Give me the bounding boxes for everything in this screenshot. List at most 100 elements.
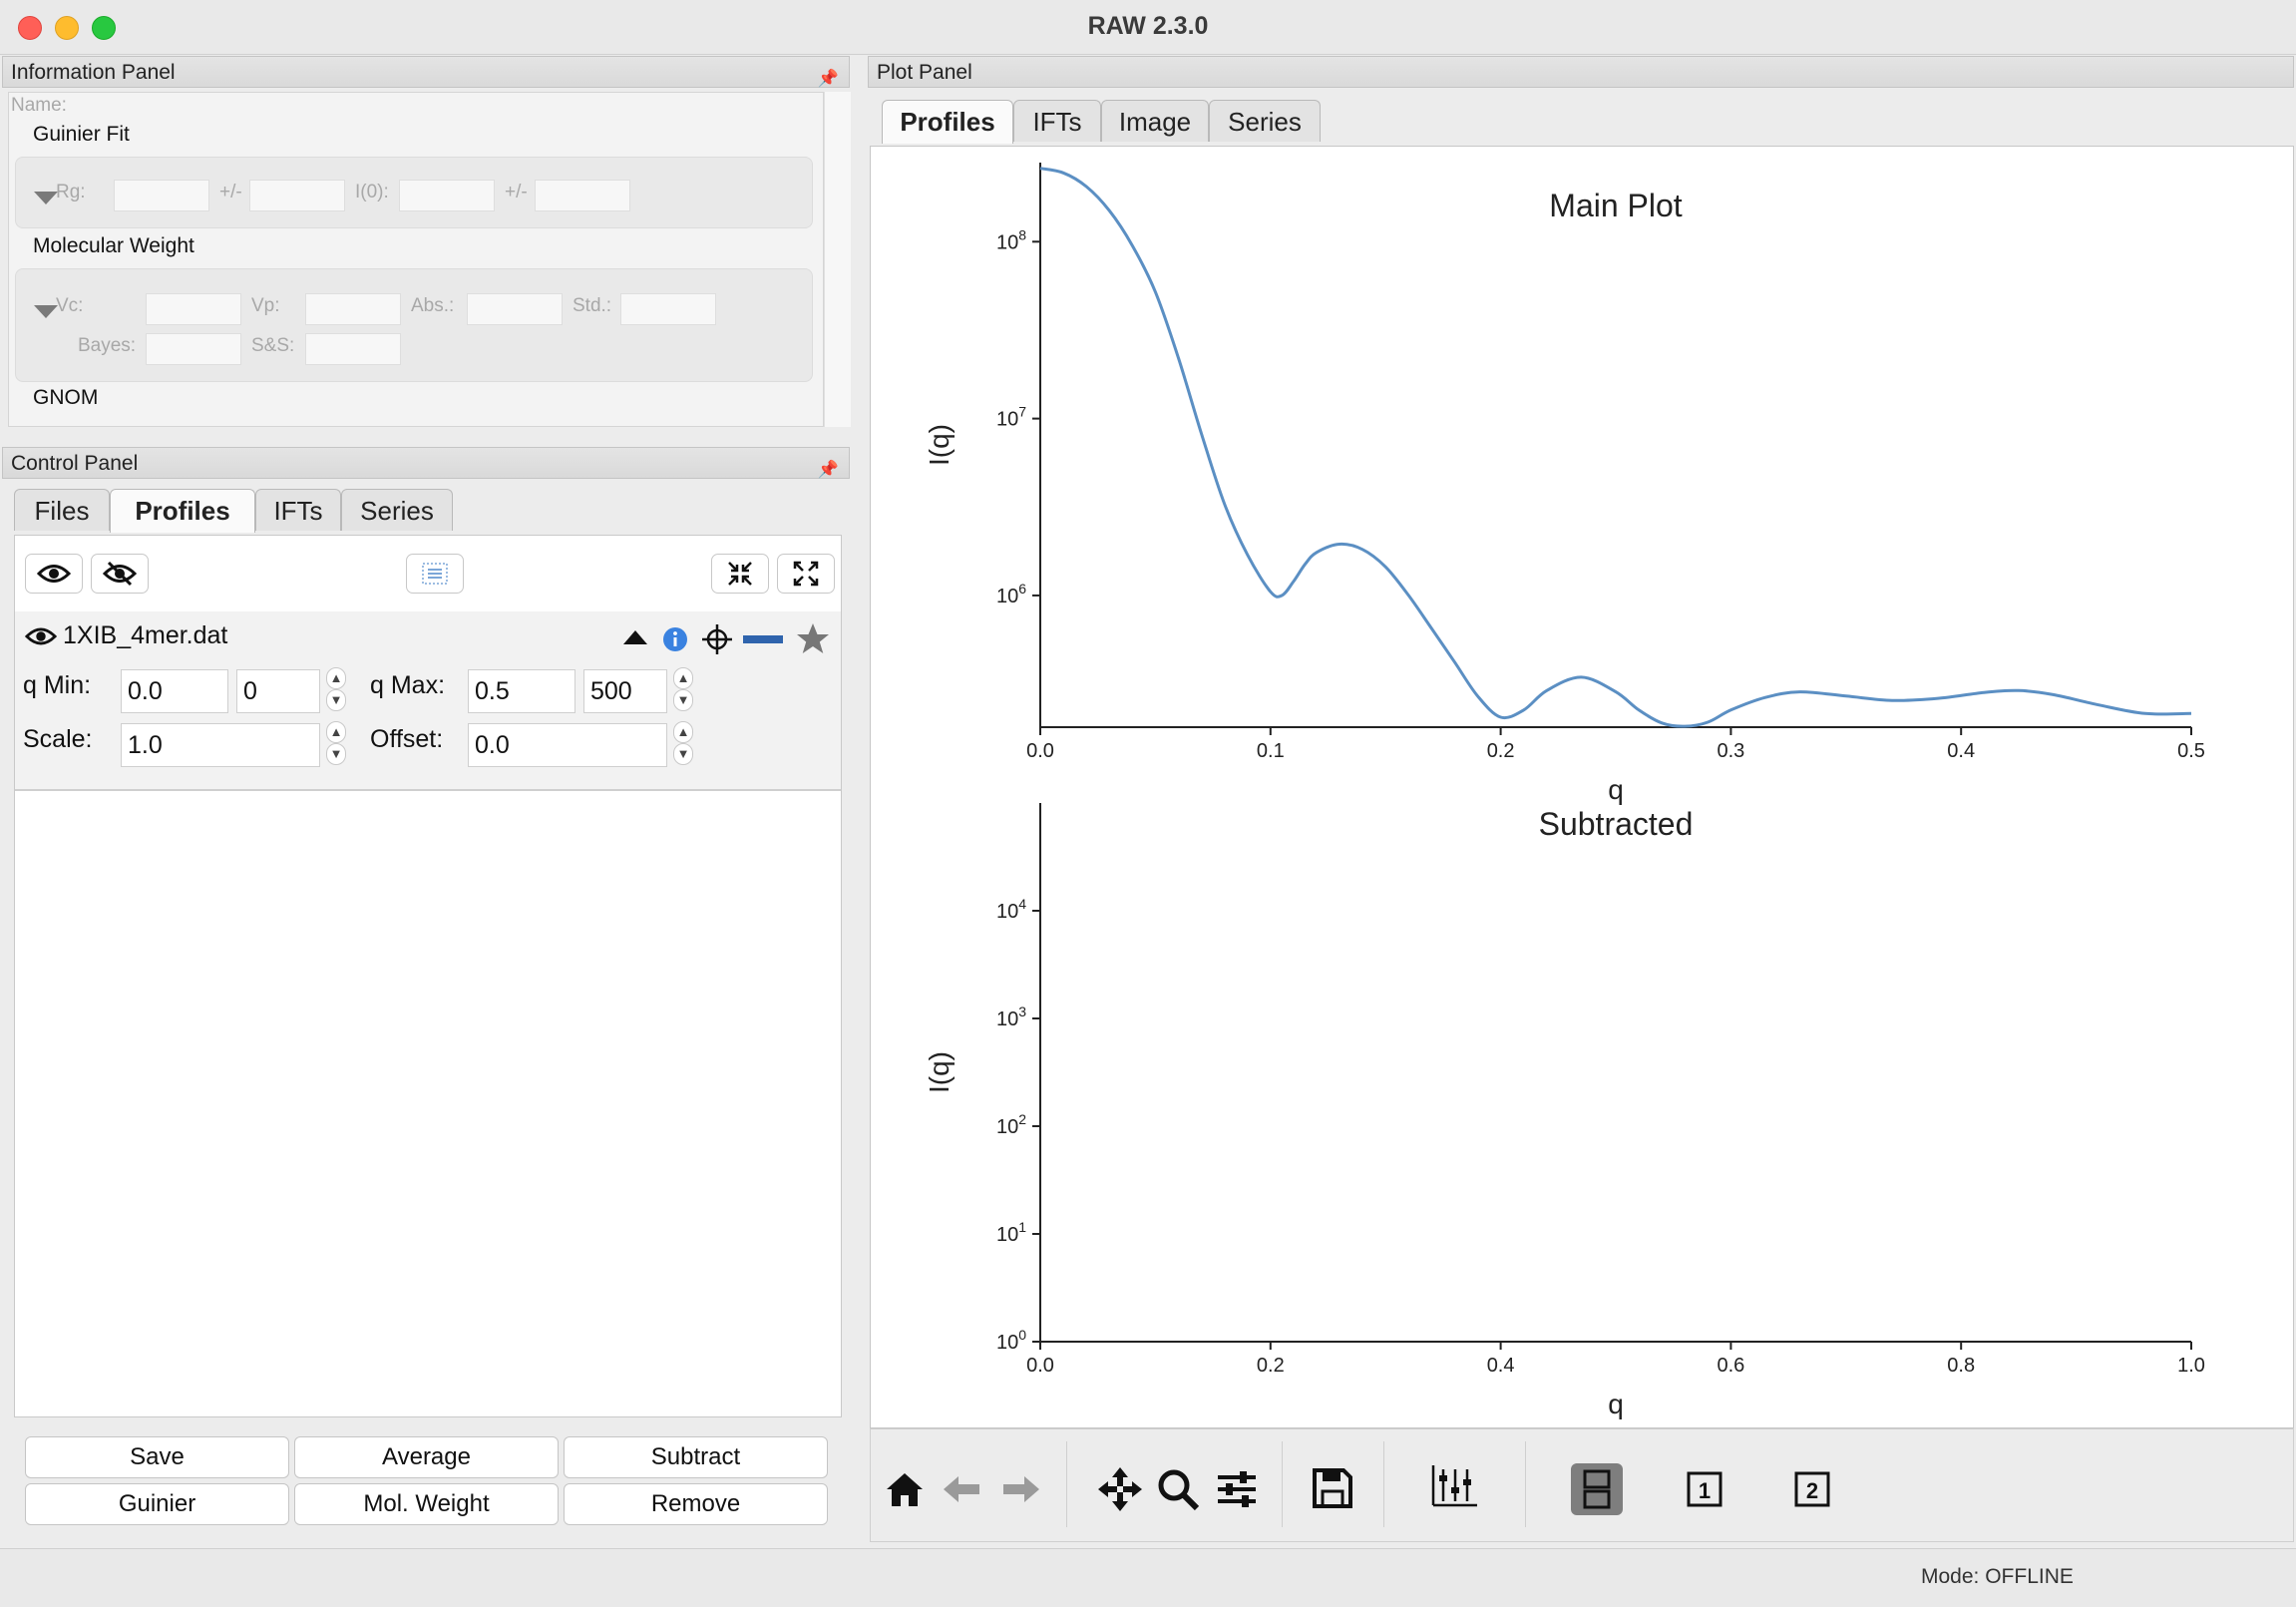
show-both-plots-button[interactable] bbox=[1571, 1463, 1623, 1515]
qmin-index-field[interactable]: 0 bbox=[236, 669, 320, 713]
std-label: Std.: bbox=[573, 295, 612, 316]
configure-subplots-icon[interactable] bbox=[1216, 1469, 1258, 1509]
y-tick-label: 101 bbox=[996, 1219, 1026, 1246]
show-list-button[interactable] bbox=[406, 554, 464, 594]
scale-stepper[interactable]: ▲ ▼ bbox=[326, 721, 348, 769]
tab-plot-series[interactable]: Series bbox=[1209, 100, 1321, 142]
rg-label: Rg: bbox=[56, 182, 86, 202]
mw-section-title: Molecular Weight bbox=[33, 234, 194, 257]
home-icon[interactable] bbox=[883, 1469, 927, 1509]
x-tick-label: 1.0 bbox=[2177, 1355, 2205, 1377]
x-tick-label: 0.8 bbox=[1947, 1355, 1975, 1377]
info-panel-body: Name: Guinier Fit Rg: +/- I(0): +/- Mole… bbox=[8, 92, 824, 427]
plot-two-icon[interactable]: 2 bbox=[1794, 1471, 1830, 1507]
rg-field[interactable] bbox=[114, 180, 209, 211]
tab-ifts[interactable]: IFTs bbox=[255, 489, 341, 531]
collapse-icon bbox=[728, 562, 752, 586]
forward-arrow-icon[interactable] bbox=[1000, 1473, 1042, 1505]
plot-canvas[interactable]: Main Plot 0.0 0.1 0.2 0.3 0.4 0.5 108 107 106 q I(q… bbox=[870, 146, 2294, 1428]
bayes-field[interactable] bbox=[146, 333, 241, 365]
star-icon[interactable] bbox=[795, 621, 831, 655]
control-panel-body: 1XIB_4mer.dat q Min: 0.0 0 ▲ ▼ q Max: 0.5… bbox=[14, 535, 842, 1417]
abs-label: Abs.: bbox=[411, 295, 455, 316]
profile-filename: 1XIB_4mer.dat bbox=[63, 621, 228, 649]
info-panel-title: Information Panel bbox=[11, 61, 176, 84]
y-axis-label: I(q) bbox=[924, 1051, 955, 1093]
guinier-button[interactable]: Guinier bbox=[25, 1483, 289, 1525]
qmin-stepper[interactable]: ▲ ▼ bbox=[326, 667, 348, 715]
mol-weight-button[interactable]: Mol. Weight bbox=[294, 1483, 559, 1525]
abs-field[interactable] bbox=[467, 293, 563, 325]
tab-plot-image[interactable]: Image bbox=[1101, 100, 1209, 142]
plot-toolbar: 1 2 bbox=[870, 1428, 2294, 1542]
line-color-swatch bbox=[743, 635, 783, 643]
control-panel-title: Control Panel bbox=[11, 452, 139, 475]
tab-files[interactable]: Files bbox=[14, 489, 110, 531]
axes-settings-icon[interactable] bbox=[1429, 1463, 1479, 1509]
scale-field[interactable]: 1.0 bbox=[121, 723, 320, 767]
x-tick-label: 0.6 bbox=[1717, 1355, 1744, 1377]
plot-panel-header: Plot Panel bbox=[868, 56, 2294, 88]
title-bar: RAW 2.3.0 bbox=[0, 0, 2296, 55]
i0-field[interactable] bbox=[399, 180, 495, 211]
y-tick-label: 106 bbox=[996, 581, 1026, 607]
plot-figure[interactable]: Main Plot 0.0 0.1 0.2 0.3 0.4 0.5 108 107 106 q I(q… bbox=[871, 147, 2293, 1427]
rg-error-field[interactable] bbox=[249, 180, 345, 211]
collapse-up-triangle-icon[interactable] bbox=[621, 628, 649, 646]
tab-profiles[interactable]: Profiles bbox=[110, 489, 255, 533]
offset-stepper[interactable]: ▲ ▼ bbox=[673, 721, 695, 769]
remove-button[interactable]: Remove bbox=[564, 1483, 828, 1525]
qmax-index-field[interactable]: 500 bbox=[583, 669, 667, 713]
tab-series[interactable]: Series bbox=[341, 489, 453, 531]
collapse-all-button[interactable] bbox=[711, 554, 769, 594]
tab-plot-ifts[interactable]: IFTs bbox=[1013, 100, 1101, 142]
line-color-icon[interactable] bbox=[741, 633, 785, 645]
x-tick-label: 0.4 bbox=[1947, 740, 1975, 762]
eye-icon[interactable] bbox=[25, 625, 57, 647]
info-panel-scrollbar[interactable] bbox=[824, 92, 851, 427]
offset-field[interactable]: 0.0 bbox=[468, 723, 667, 767]
x-tick-label: 0.0 bbox=[1026, 740, 1054, 762]
vp-label: Vp: bbox=[251, 295, 280, 316]
qmax-value-field[interactable]: 0.5 bbox=[468, 669, 575, 713]
back-arrow-icon[interactable] bbox=[941, 1473, 982, 1505]
vc-field[interactable] bbox=[146, 293, 241, 325]
zoom-icon[interactable] bbox=[1156, 1467, 1200, 1511]
name-label: Name: bbox=[11, 95, 67, 116]
qmax-stepper[interactable]: ▲ ▼ bbox=[673, 667, 695, 715]
offset-label: Offset: bbox=[370, 725, 444, 753]
info-icon[interactable] bbox=[661, 625, 689, 653]
expand-all-button[interactable] bbox=[777, 554, 835, 594]
qmin-label: q Min: bbox=[23, 671, 92, 699]
plot-tabs: Profiles IFTs Image Series bbox=[882, 100, 2288, 144]
tab-plot-profiles[interactable]: Profiles bbox=[882, 100, 1013, 144]
plot-one-icon[interactable]: 1 bbox=[1687, 1471, 1722, 1507]
y-tick-label: 100 bbox=[996, 1327, 1026, 1354]
profile-item[interactable]: 1XIB_4mer.dat q Min: 0.0 0 ▲ ▼ q Max: 0.5… bbox=[15, 611, 841, 791]
pin-icon[interactable]: 📌 bbox=[818, 454, 839, 486]
qmin-value-field[interactable]: 0.0 bbox=[121, 669, 228, 713]
y-tick-label: 103 bbox=[996, 1004, 1026, 1030]
show-all-button[interactable] bbox=[25, 554, 83, 594]
hide-all-button[interactable] bbox=[91, 554, 149, 594]
save-button[interactable]: Save bbox=[25, 1436, 289, 1478]
subtract-button[interactable]: Subtract bbox=[564, 1436, 828, 1478]
y-tick-label: 107 bbox=[996, 404, 1026, 431]
control-tabs: Files Profiles IFTs Series bbox=[14, 489, 842, 533]
gnom-section-title: GNOM bbox=[33, 386, 99, 409]
x-tick-label: 0.2 bbox=[1257, 1355, 1285, 1377]
vp-field[interactable] bbox=[305, 293, 401, 325]
status-bar: Mode: OFFLINE bbox=[0, 1548, 2296, 1607]
eye-slash-icon bbox=[103, 561, 137, 587]
ss-field[interactable] bbox=[305, 333, 401, 365]
average-button[interactable]: Average bbox=[294, 1436, 559, 1478]
std-field[interactable] bbox=[620, 293, 716, 325]
collapse-triangle-icon[interactable] bbox=[34, 192, 58, 204]
i0-error-field[interactable] bbox=[535, 180, 630, 211]
save-figure-icon[interactable] bbox=[1312, 1467, 1353, 1509]
crosshair-icon[interactable] bbox=[701, 623, 733, 655]
pan-icon[interactable] bbox=[1096, 1465, 1144, 1513]
x-tick-label: 0.0 bbox=[1026, 1355, 1054, 1377]
pin-icon[interactable]: 📌 bbox=[818, 63, 839, 95]
collapse-triangle-icon[interactable] bbox=[34, 305, 58, 318]
